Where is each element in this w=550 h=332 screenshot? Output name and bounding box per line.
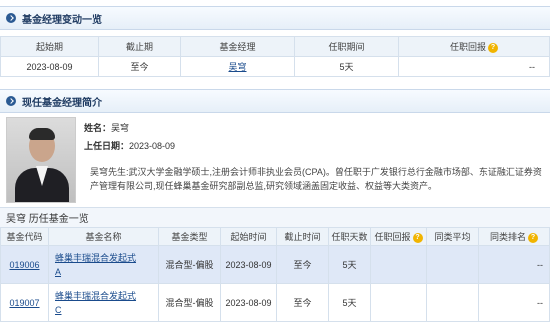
manager-link[interactable]: 吴穹 bbox=[228, 62, 246, 72]
change-start: 2023-08-09 bbox=[0, 56, 99, 77]
table-row: 019007 蜂巢丰瑞混合发起式 C 混合型-偏股 2023-08-09 至今 5… bbox=[0, 283, 550, 322]
history-table-header: 基金代码 基金名称 基金类型 起始时间 截止时间 任职天数 任职回报? 同类平均… bbox=[0, 227, 550, 246]
table-row: 019006 蜂巢丰瑞混合发起式 A 混合型-偏股 2023-08-09 至今 5… bbox=[0, 245, 550, 284]
help-icon[interactable]: ? bbox=[488, 42, 498, 53]
change-end: 至今 bbox=[98, 56, 181, 77]
change-table: 起始期 截止期 基金经理 任职期间 任职回报? 2023-08-09 至今 吴穹… bbox=[0, 36, 550, 77]
change-table-header: 起始期 截止期 基金经理 任职期间 任职回报? bbox=[0, 36, 550, 57]
help-icon[interactable]: ? bbox=[412, 232, 423, 243]
change-section-title: 基金经理变动一览 bbox=[22, 14, 102, 26]
table-row: 2023-08-09 至今 吴穹 5天 -- bbox=[0, 56, 550, 77]
fund-code-link[interactable]: 019006 bbox=[9, 260, 39, 270]
manager-profile: 姓名：吴穹 上任日期：2023-08-09 bbox=[0, 113, 550, 209]
help-icon[interactable]: ? bbox=[528, 232, 538, 243]
col-return: 任职回报? bbox=[398, 36, 550, 57]
arrow-bullet-icon bbox=[6, 96, 16, 106]
current-section-title: 现任基金经理简介 bbox=[22, 97, 102, 109]
current-section-header: 现任基金经理简介 bbox=[0, 89, 550, 113]
arrow-bullet-icon bbox=[6, 13, 16, 23]
fund-code-link[interactable]: 019007 bbox=[9, 298, 39, 308]
start-value: 2023-08-09 bbox=[129, 141, 176, 151]
name-value: 吴穹 bbox=[111, 123, 130, 133]
col-start: 起始期 bbox=[0, 36, 99, 57]
col-manager: 基金经理 bbox=[180, 36, 295, 57]
history-title: 吴穹 历任基金一览 bbox=[0, 207, 550, 227]
manager-bio: 吴穹先生:武汉大学金融学硕士,注册会计师非执业会员(CPA)。曾任职于广发银行总… bbox=[90, 167, 542, 191]
change-section-header: 基金经理变动一览 bbox=[0, 6, 550, 30]
col-end: 截止期 bbox=[98, 36, 181, 57]
start-label: 上任日期： bbox=[84, 141, 130, 151]
history-table: 基金代码 基金名称 基金类型 起始时间 截止时间 任职天数 任职回报? 同类平均… bbox=[0, 227, 550, 322]
fund-name-link[interactable]: 蜂巢丰瑞混合发起式 A bbox=[55, 253, 136, 277]
change-period: 5天 bbox=[294, 56, 399, 77]
manager-photo bbox=[6, 117, 76, 203]
fund-name-link[interactable]: 蜂巢丰瑞混合发起式 C bbox=[55, 291, 136, 315]
change-return: -- bbox=[398, 56, 550, 77]
col-period: 任职期间 bbox=[294, 36, 399, 57]
name-label: 姓名： bbox=[84, 123, 112, 133]
